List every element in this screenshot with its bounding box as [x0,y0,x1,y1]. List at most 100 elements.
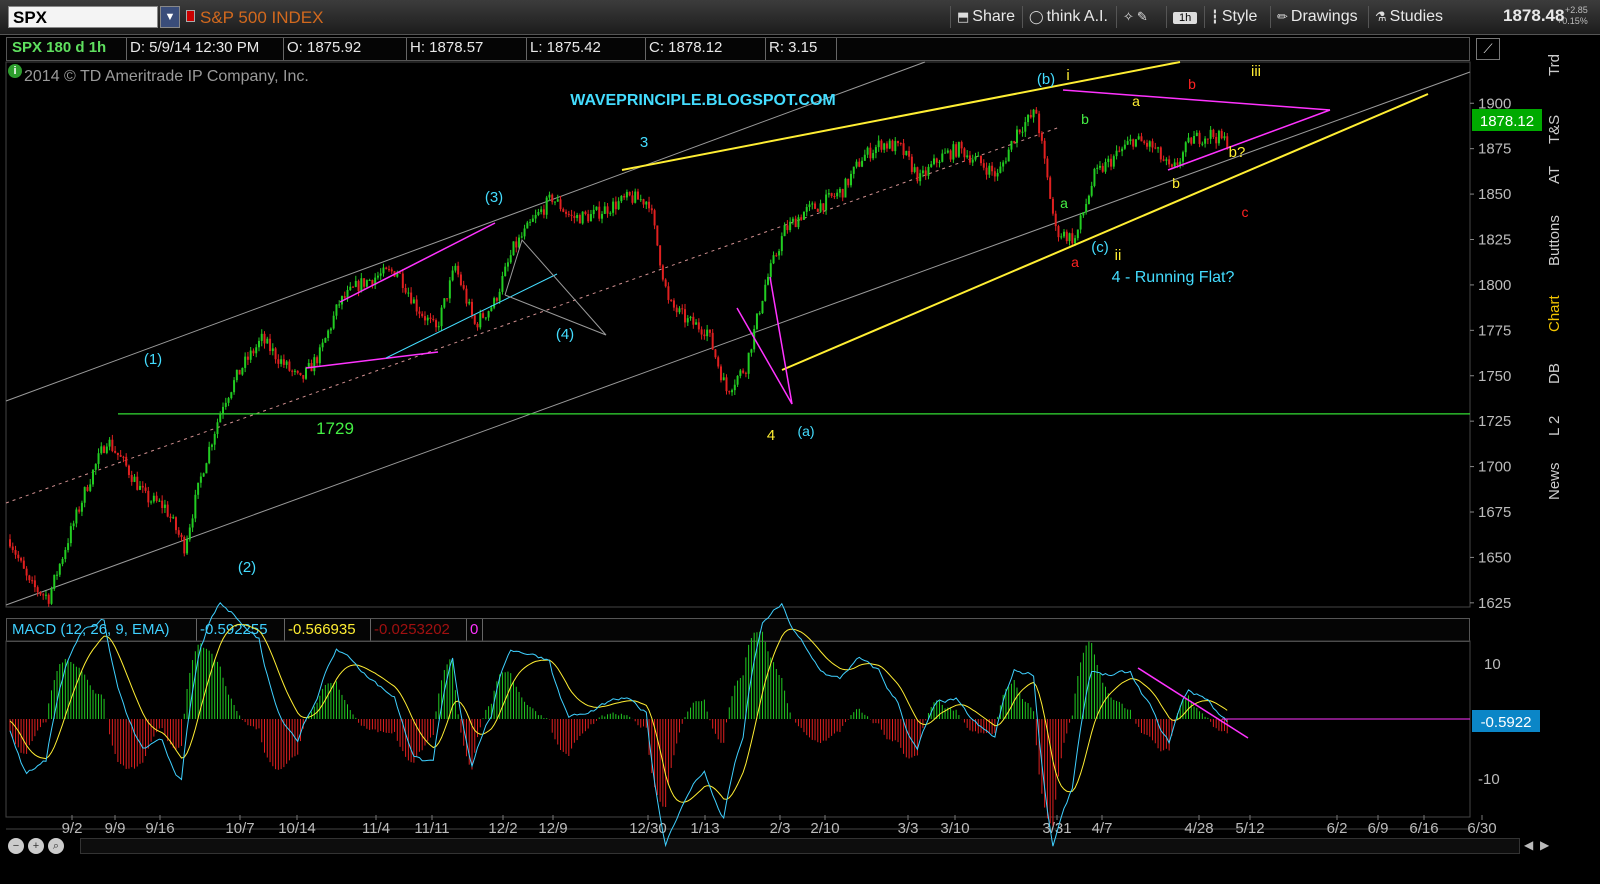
wave-annotation: c [1242,204,1249,220]
candle-body [50,588,53,604]
candle-body [930,164,933,167]
candle-body [1195,132,1198,137]
candle-body [744,372,747,374]
candle-body [282,359,285,365]
candle-body [789,221,792,231]
y-tick-label: 1675 [1478,504,1511,521]
candle-body [219,413,222,423]
wave3-upper-line [339,222,496,303]
candle-body [365,280,368,287]
macd-trend-line [1137,667,1249,739]
macd-pane-frame [5,640,1471,818]
candle-body [20,558,23,561]
candle-body [501,276,504,292]
median-channel-line [5,126,1061,504]
candle-body [897,141,900,144]
candle-body [861,160,864,167]
candle-body [991,165,994,172]
candle-body [89,484,92,491]
candle-body [819,203,822,212]
candle-body [31,580,34,582]
candle-body [368,280,371,282]
candle-body [725,377,728,392]
candle-body [125,456,128,466]
candle-body [1065,231,1068,242]
candle-body [838,188,841,193]
candle-body [955,144,958,157]
candle-body [1063,231,1066,237]
candles-group [9,107,1229,607]
candle-body [222,406,225,414]
candle-body [1054,213,1057,227]
candle-body [1168,159,1171,165]
candle-body [61,559,64,564]
wave-annotation: (1) [144,351,162,368]
candle-body [227,398,230,403]
candle-body [28,575,31,581]
candle-body [620,195,623,202]
x-tick-label: 11/11 [414,820,449,837]
candle-body [899,143,902,145]
candle-body [553,201,556,203]
candle-body [576,215,579,218]
candle-body [1104,162,1107,172]
candle-body [642,199,645,205]
candle-body [208,446,211,464]
candle-body [147,490,150,503]
candle-body [504,266,507,277]
candle-body [302,375,305,379]
candle-body [1043,140,1046,159]
candle-body [1146,142,1149,147]
candle-body [703,334,706,337]
x-tick-label: 4/28 [1184,820,1213,837]
y-tick-label: 1700 [1478,459,1511,476]
candle-body [1038,113,1041,134]
lower-wedge-line [781,93,1429,371]
candle-body [285,361,288,365]
candle-body [269,338,272,352]
candle-body [672,300,675,308]
candle-body [313,357,316,372]
candle-body [606,206,609,214]
candle-body [1201,143,1204,145]
candle-body [246,356,249,360]
candle-body [421,313,424,317]
wave-annotation: iii [1251,63,1261,80]
candle-body [612,201,615,213]
candle-body [731,390,734,393]
candle-body [614,201,617,210]
candle-body [805,207,808,212]
candle-body [199,476,202,483]
candle-body [1013,141,1016,143]
candle-body [921,170,924,174]
candle-body [163,504,166,508]
x-tick-label: 6/30 [1467,820,1496,837]
candle-body [479,313,482,328]
candle-body [459,274,462,286]
candle-body [230,392,233,399]
candle-body [11,546,14,550]
y-tick-label: 1650 [1478,549,1511,566]
candle-body [379,273,382,276]
candle-body [136,476,139,490]
candle-body [1159,147,1162,160]
candle-body [465,288,468,304]
candle-body [318,347,321,364]
candle-body [443,298,446,308]
candle-body [482,313,485,318]
x-tick-label: 2/10 [810,820,839,837]
candle-body [133,476,136,482]
candle-body [778,251,781,256]
price-badge-text: 1878.12 [1480,113,1534,130]
candle-body [993,171,996,177]
upper-wedge-line [621,61,1181,171]
candle-body [1049,177,1052,199]
candle-body [971,159,974,163]
candle-body [235,369,238,381]
candle-body [545,197,548,215]
candle-body [440,307,443,327]
candle-body [291,370,294,372]
candle-body [559,199,562,210]
candle-body [357,280,360,292]
candle-body [407,292,410,294]
